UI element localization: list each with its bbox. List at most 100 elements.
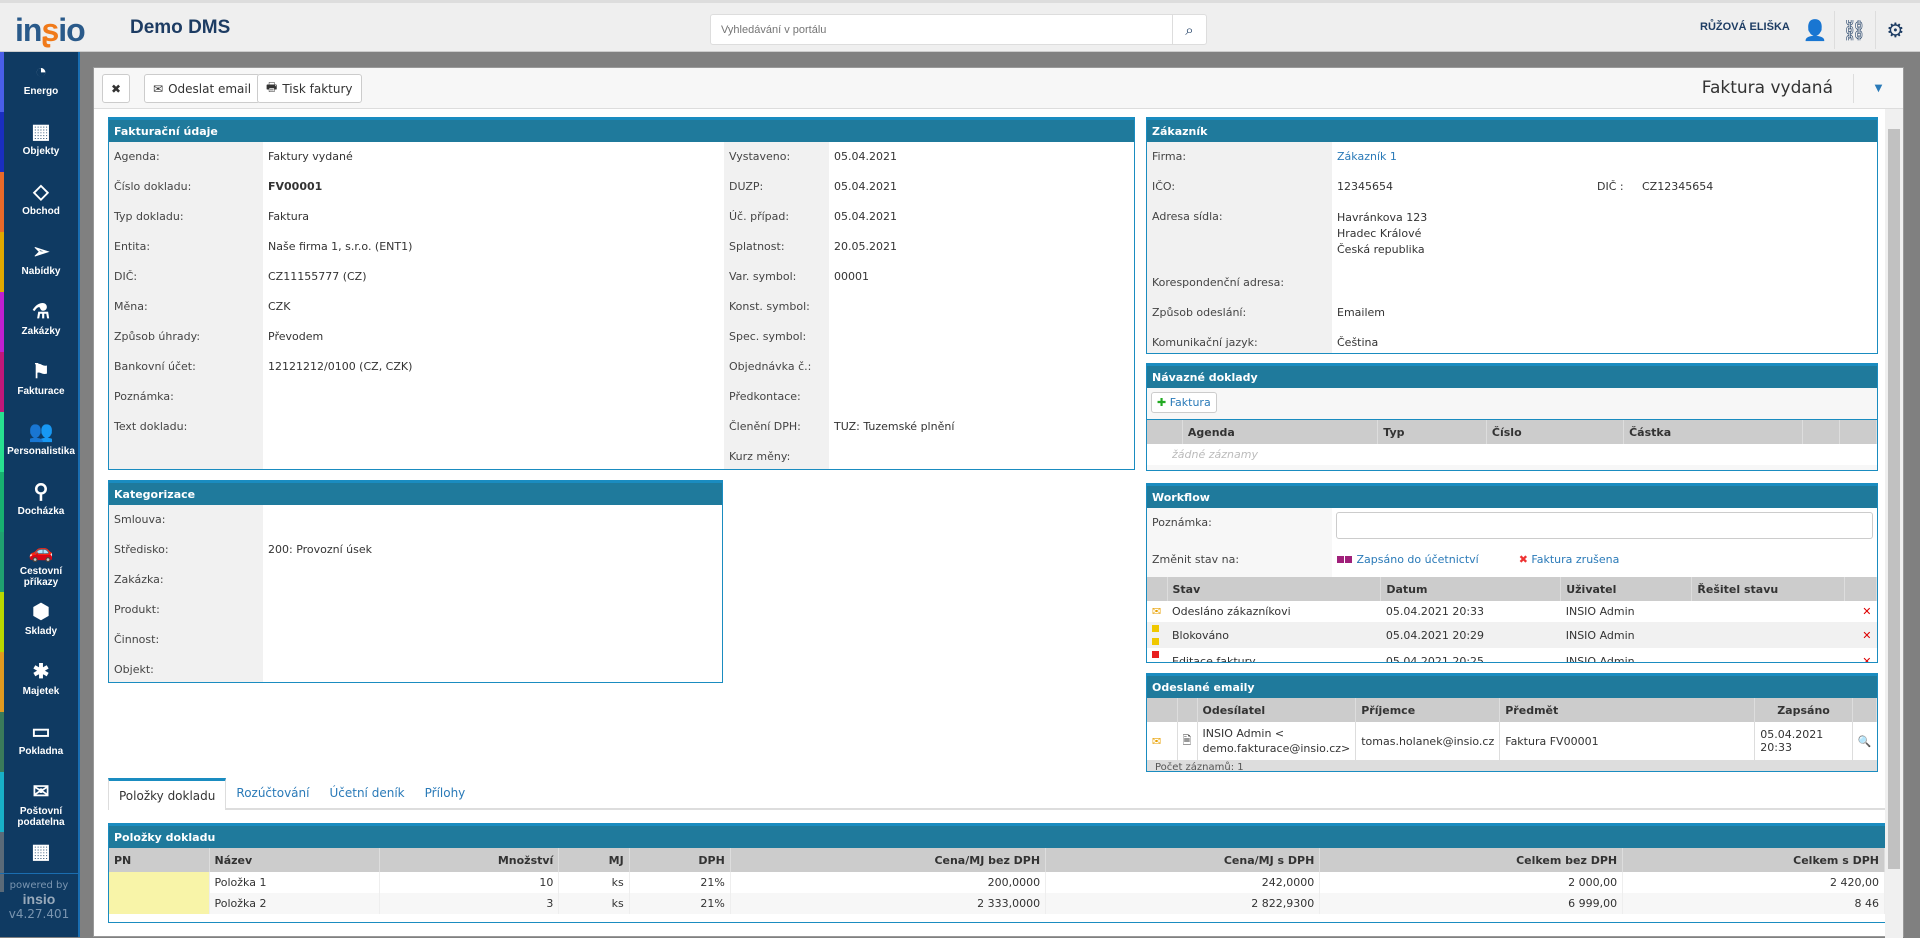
field-label: Předkontace: xyxy=(724,382,829,412)
panel-title: Návazné doklady xyxy=(1147,364,1877,388)
scrollbar-thumb[interactable] xyxy=(1888,129,1900,869)
sidebar-item-obchod[interactable]: ◇ Obchod xyxy=(0,172,78,232)
column-header[interactable]: Cena/MJ s DPH xyxy=(1045,848,1321,872)
field-value: 20.05.2021 xyxy=(834,240,897,253)
corr-label: Korespondenční adresa: xyxy=(1147,268,1332,298)
sidebar-item-poštovní-podatelna[interactable]: ✉ Poštovní podatelna xyxy=(0,772,78,832)
send-email-button[interactable]: ✉ Odeslat email xyxy=(144,74,261,103)
link-icon[interactable]: ⛓ xyxy=(1834,11,1874,49)
search-input[interactable] xyxy=(711,15,1172,44)
column-header[interactable]: Typ xyxy=(1377,420,1487,444)
field-value xyxy=(829,292,1134,322)
column-header[interactable]: Řešitel stavu xyxy=(1691,577,1846,601)
ico-value: 12345654 xyxy=(1337,180,1393,193)
column-header[interactable] xyxy=(1839,420,1877,444)
user-name[interactable]: RŮŽOVÁ ELIŠKA xyxy=(1700,21,1790,33)
mail-sent-icon: ✉ xyxy=(1147,722,1178,760)
column-header[interactable]: Celkem bez DPH xyxy=(1319,848,1624,872)
column-header[interactable] xyxy=(1147,420,1183,444)
column-header[interactable]: Příjemce xyxy=(1355,698,1501,722)
column-header[interactable]: Datum xyxy=(1380,577,1562,601)
table-row[interactable]: Položka 1 10 ks 21% 200,0000 242,0000 2 000,00… xyxy=(109,872,1885,893)
sidebar-item-nabídky[interactable]: ➢ Nabídky xyxy=(0,232,78,292)
sidebar-item-fakturace[interactable]: ⚑ Fakturace xyxy=(0,352,78,412)
gear-icon: ✱ xyxy=(32,661,50,683)
sidebar-item-label: Nabídky xyxy=(21,266,61,277)
document-icon[interactable]: 🗎 xyxy=(1177,722,1198,760)
table-row: Blokováno 05.04.2021 20:29 INSIO Admin ✕ xyxy=(1147,622,1877,648)
field-value xyxy=(263,565,722,595)
related-table: Agenda Typ Číslo Částka žádné záznamy xyxy=(1147,420,1877,465)
user-icon[interactable]: 👤 xyxy=(1795,11,1835,49)
column-header[interactable]: Číslo xyxy=(1486,420,1625,444)
sidebar-item-label: Docházka xyxy=(17,506,65,517)
sidebar-item-energo[interactable]: ◔ Energo xyxy=(0,52,78,112)
column-header[interactable] xyxy=(1844,577,1877,601)
tab-3[interactable]: Přílohy xyxy=(415,778,476,808)
sidebar-item-personalistika[interactable]: 👥 Personalistika xyxy=(0,412,78,472)
field-value xyxy=(263,442,724,469)
tab-1[interactable]: Rozúčtování xyxy=(226,778,319,808)
tab-2[interactable]: Účetní deník xyxy=(319,778,414,808)
column-header[interactable] xyxy=(1147,577,1168,601)
table-row[interactable]: Položka 2 3 ks 21% 2 333,0000 2 822,9300 6 999… xyxy=(109,893,1885,914)
tab-0[interactable]: Položky dokladu xyxy=(108,778,227,810)
column-header[interactable]: Uživatel xyxy=(1560,577,1693,601)
action-accounted-label: Zapsáno do účetnictví xyxy=(1356,553,1479,566)
related-toolbar: ✚ Faktura xyxy=(1147,388,1877,420)
column-header[interactable]: Částka xyxy=(1623,420,1803,444)
send-label: Způsob odeslání: xyxy=(1147,298,1332,328)
send-email-label: Odeslat email xyxy=(168,81,252,96)
date: 05.04.2021 20:29 xyxy=(1385,628,1485,642)
action-cancelled[interactable]: ✖ Faktura zrušena xyxy=(1519,553,1620,566)
firma-link[interactable]: Zákazník 1 xyxy=(1332,142,1877,172)
column-header[interactable]: Cena/MJ bez DPH xyxy=(730,848,1047,872)
person-pin-icon: ⚲ xyxy=(33,481,49,503)
column-header[interactable]: Zapsáno xyxy=(1754,698,1853,722)
column-header[interactable]: PN xyxy=(109,848,210,872)
column-header[interactable] xyxy=(1852,698,1877,722)
column-header[interactable]: Množství xyxy=(379,848,560,872)
magnifier-icon[interactable]: 🔍 xyxy=(1852,722,1876,760)
column-header[interactable]: DPH xyxy=(629,848,731,872)
column-header[interactable]: Stav xyxy=(1167,577,1382,601)
gear-icon[interactable]: ⚙ xyxy=(1875,11,1915,49)
note-textarea[interactable] xyxy=(1336,512,1873,539)
column-header[interactable]: Název xyxy=(209,848,380,872)
column-header[interactable]: Odesílatel xyxy=(1197,698,1357,722)
print-button[interactable]: 🖶 Tisk faktury xyxy=(257,74,362,103)
add-invoice-button[interactable]: ✚ Faktura xyxy=(1151,392,1217,413)
delete-icon[interactable]: ✕ xyxy=(1845,601,1877,622)
field-label: Objekt: xyxy=(109,655,263,682)
sidebar-item-cestovní-příkazy[interactable]: 🚗 Cestovní příkazy xyxy=(0,532,78,592)
cell-nzev: Položka 1 xyxy=(209,872,380,893)
cell-cenamjbezdph: 2 333,0000 xyxy=(730,893,1047,914)
column-header[interactable] xyxy=(1177,698,1198,722)
sidebar-item-objekty[interactable]: ▦ Objekty xyxy=(0,112,78,172)
sidebar-item-sklady[interactable]: ⬢ Sklady xyxy=(0,592,78,652)
delete-icon[interactable]: ✕ xyxy=(1845,648,1877,663)
column-header[interactable]: MJ xyxy=(558,848,630,872)
sent-emails-panel: Odeslané emaily Odesílatel Příjemce Předmě… xyxy=(1146,673,1878,772)
sidebar-item-docházka[interactable]: ⚲ Docházka xyxy=(0,472,78,532)
action-accounted[interactable]: Zapsáno do účetnictví xyxy=(1337,553,1479,566)
field-value: 12121212/0100 (CZ, CZK) xyxy=(268,360,413,373)
search-icon[interactable]: ⌕ xyxy=(1172,15,1206,44)
insio-logo[interactable]: inʂio xyxy=(15,12,86,49)
sidebar-item-zakázky[interactable]: ⚗ Zakázky xyxy=(0,292,78,352)
column-header[interactable]: Celkem s DPH xyxy=(1622,848,1885,872)
sidebar-item-majetek[interactable]: ✱ Majetek xyxy=(0,652,78,712)
sidebar-item-label: Energo xyxy=(23,86,59,97)
modal-scrollbar[interactable] xyxy=(1885,109,1903,938)
column-header[interactable]: Předmět xyxy=(1499,698,1756,722)
column-header[interactable] xyxy=(1802,420,1840,444)
field-label: Splatnost: xyxy=(724,232,829,262)
subject: Faktura FV00001 xyxy=(1499,722,1756,760)
column-header[interactable]: Agenda xyxy=(1182,420,1379,444)
solver xyxy=(1692,648,1845,662)
sidebar-item-pokladna[interactable]: ▭ Pokladna xyxy=(0,712,78,772)
column-header[interactable] xyxy=(1147,698,1178,722)
chevron-down-icon[interactable]: ▼ xyxy=(1853,74,1903,103)
close-button[interactable]: ✖ xyxy=(102,74,131,103)
delete-icon[interactable]: ✕ xyxy=(1845,622,1877,648)
